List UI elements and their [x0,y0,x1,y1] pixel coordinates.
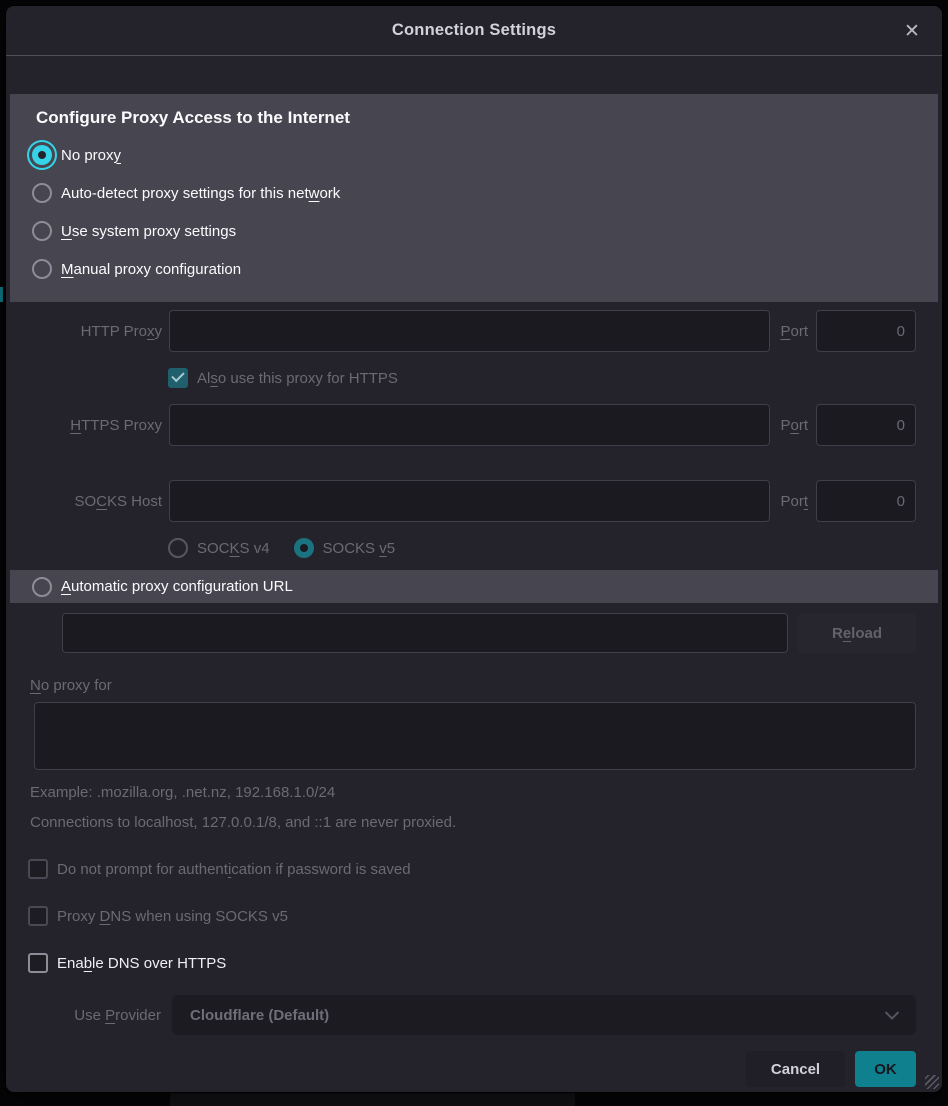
resize-grip[interactable] [925,1075,939,1089]
dialog-titlebar: Connection Settings ✕ [6,6,942,56]
dialog-footer: Cancel OK [6,1051,942,1087]
radio-label-system-proxy: Use system proxy settings [61,223,236,240]
radio-icon-auto-url[interactable] [32,577,52,597]
also-https-label: Also use this proxy for HTTPS [197,370,398,387]
also-https-checkbox[interactable] [168,368,188,388]
socks-port-input[interactable] [816,480,916,522]
radio-option-socks-v4[interactable]: SOCKS v4 [168,536,270,560]
dialog-title: Connection Settings [392,21,556,40]
radio-option-manual-proxy[interactable]: Manual proxy configuration [32,250,916,288]
http-proxy-input[interactable] [169,310,770,352]
background-page-artifact [0,287,3,302]
https-port-label: Port [780,417,808,434]
https-proxy-label: HTTPS Proxy [6,417,162,434]
radio-option-auto-detect[interactable]: Auto-detect proxy settings for this netw… [32,174,916,212]
chevron-down-icon [884,1011,900,1020]
http-port-label: Port [780,323,808,340]
http-port-input[interactable] [816,310,916,352]
http-proxy-row: HTTP Proxy Port [6,310,942,352]
doh-checkbox-row[interactable]: Enable DNS over HTTPS [28,953,942,973]
also-https-checkbox-row[interactable]: Also use this proxy for HTTPS [168,368,942,388]
reload-button[interactable]: Reload [798,613,916,653]
socks-port-label: Port [780,493,808,510]
connection-settings-dialog: Connection Settings ✕ Configure Proxy Ac… [6,6,942,1092]
cancel-button[interactable]: Cancel [746,1051,845,1087]
socks-host-label: SOCKS Host [6,493,162,510]
doh-checkbox[interactable] [28,953,48,973]
radio-icon-no-proxy[interactable] [32,145,52,165]
radio-label-auto-url: Automatic proxy configuration URL [61,578,293,595]
auth-prompt-checkbox[interactable] [28,859,48,879]
auto-url-input[interactable] [62,613,788,653]
example-note: Example: .mozilla.org, .net.nz, 192.168.… [30,784,942,801]
radio-option-auto-url[interactable]: Automatic proxy configuration URL [10,570,938,603]
provider-row: Use Provider Cloudflare (Default) [6,995,942,1035]
background-page-strip [170,1093,575,1106]
socks-host-input[interactable] [169,480,770,522]
https-port-input[interactable] [816,404,916,446]
socks-version-row: SOCKS v4 SOCKS v5 [168,536,942,560]
http-proxy-label: HTTP Proxy [6,323,162,340]
provider-selected-value: Cloudflare (Default) [190,1007,329,1024]
radio-label-socks-v5: SOCKS v5 [323,540,396,557]
localhost-note: Connections to localhost, 127.0.0.1/8, a… [30,814,942,831]
auth-prompt-checkbox-row[interactable]: Do not prompt for authentication if pass… [28,859,942,879]
radio-label-manual-proxy: Manual proxy configuration [61,261,241,278]
ok-button[interactable]: OK [855,1051,916,1087]
radio-icon-auto-detect[interactable] [32,183,52,203]
radio-option-socks-v5[interactable]: SOCKS v5 [294,536,396,560]
radio-label-no-proxy: No proxy [61,147,121,164]
proxy-dns-checkbox[interactable] [28,906,48,926]
proxy-mode-group: Configure Proxy Access to the Internet N… [10,94,938,302]
auto-url-input-row: Reload [62,613,916,653]
radio-label-auto-detect: Auto-detect proxy settings for this netw… [61,185,340,202]
close-icon[interactable]: ✕ [898,17,926,45]
no-proxy-for-textarea[interactable] [34,702,916,770]
radio-option-system-proxy[interactable]: Use system proxy settings [32,212,916,250]
radio-icon-manual-proxy[interactable] [32,259,52,279]
provider-dropdown[interactable]: Cloudflare (Default) [172,995,916,1035]
auth-prompt-label: Do not prompt for authentication if pass… [57,861,411,878]
radio-icon-system-proxy[interactable] [32,221,52,241]
radio-label-socks-v4: SOCKS v4 [197,540,270,557]
https-proxy-input[interactable] [169,404,770,446]
group-heading: Configure Proxy Access to the Internet [36,108,916,128]
no-proxy-for-label: No proxy for [30,677,942,694]
doh-label: Enable DNS over HTTPS [57,955,226,972]
radio-option-no-proxy[interactable]: No proxy [32,136,916,174]
screen-backdrop: Connection Settings ✕ Configure Proxy Ac… [0,0,948,1106]
radio-icon-socks-v4[interactable] [168,538,188,558]
radio-icon-socks-v5[interactable] [294,538,314,558]
proxy-dns-label: Proxy DNS when using SOCKS v5 [57,908,288,925]
https-proxy-row: HTTPS Proxy Port [6,404,942,446]
provider-label: Use Provider [55,1007,161,1024]
socks-host-row: SOCKS Host Port [6,480,942,522]
proxy-dns-checkbox-row[interactable]: Proxy DNS when using SOCKS v5 [28,906,942,926]
dialog-content: Configure Proxy Access to the Internet N… [6,56,942,1092]
